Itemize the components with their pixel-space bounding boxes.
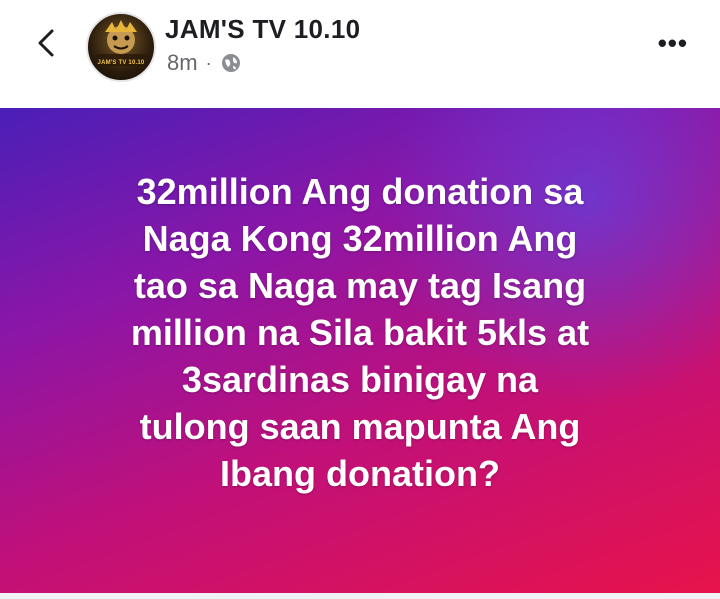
post-time[interactable]: 8m [167, 50, 198, 76]
avatar[interactable]: JAM'S TV 10.10 [86, 12, 156, 82]
post-line: Naga Kong 32million Ang [142, 218, 578, 259]
post-line: million na Sila bakit 5kls at [130, 312, 590, 353]
post-background: 32million Ang donation sa Naga Kong 32mi… [0, 108, 720, 599]
post-line: tao sa Naga may tag Isang [133, 265, 587, 306]
post-line: 3sardinas binigay na [181, 359, 539, 400]
post-text: 32million Ang donation sa Naga Kong 32mi… [40, 168, 680, 497]
post-line: tulong saan mapunta Ang [139, 406, 581, 447]
avatar-mascot-icon [96, 20, 146, 66]
post-meta: 8m · [167, 50, 242, 76]
post-line: Ibang donation? [220, 453, 500, 494]
avatar-text: JAM'S TV 10.10 [97, 60, 145, 66]
post-line: 32million Ang donation sa [136, 171, 584, 212]
meta-separator: · [205, 52, 212, 73]
more-options-button[interactable]: ••• [658, 28, 688, 59]
globe-icon [221, 54, 240, 72]
back-button[interactable] [32, 26, 60, 60]
chevron-left-icon [38, 29, 54, 57]
page-name[interactable]: JAM'S TV 10.10 [165, 14, 360, 45]
bottom-divider [0, 593, 720, 599]
post-header: JAM'S TV 10.10 JAM'S TV 10.10 8m · ••• [0, 0, 720, 108]
